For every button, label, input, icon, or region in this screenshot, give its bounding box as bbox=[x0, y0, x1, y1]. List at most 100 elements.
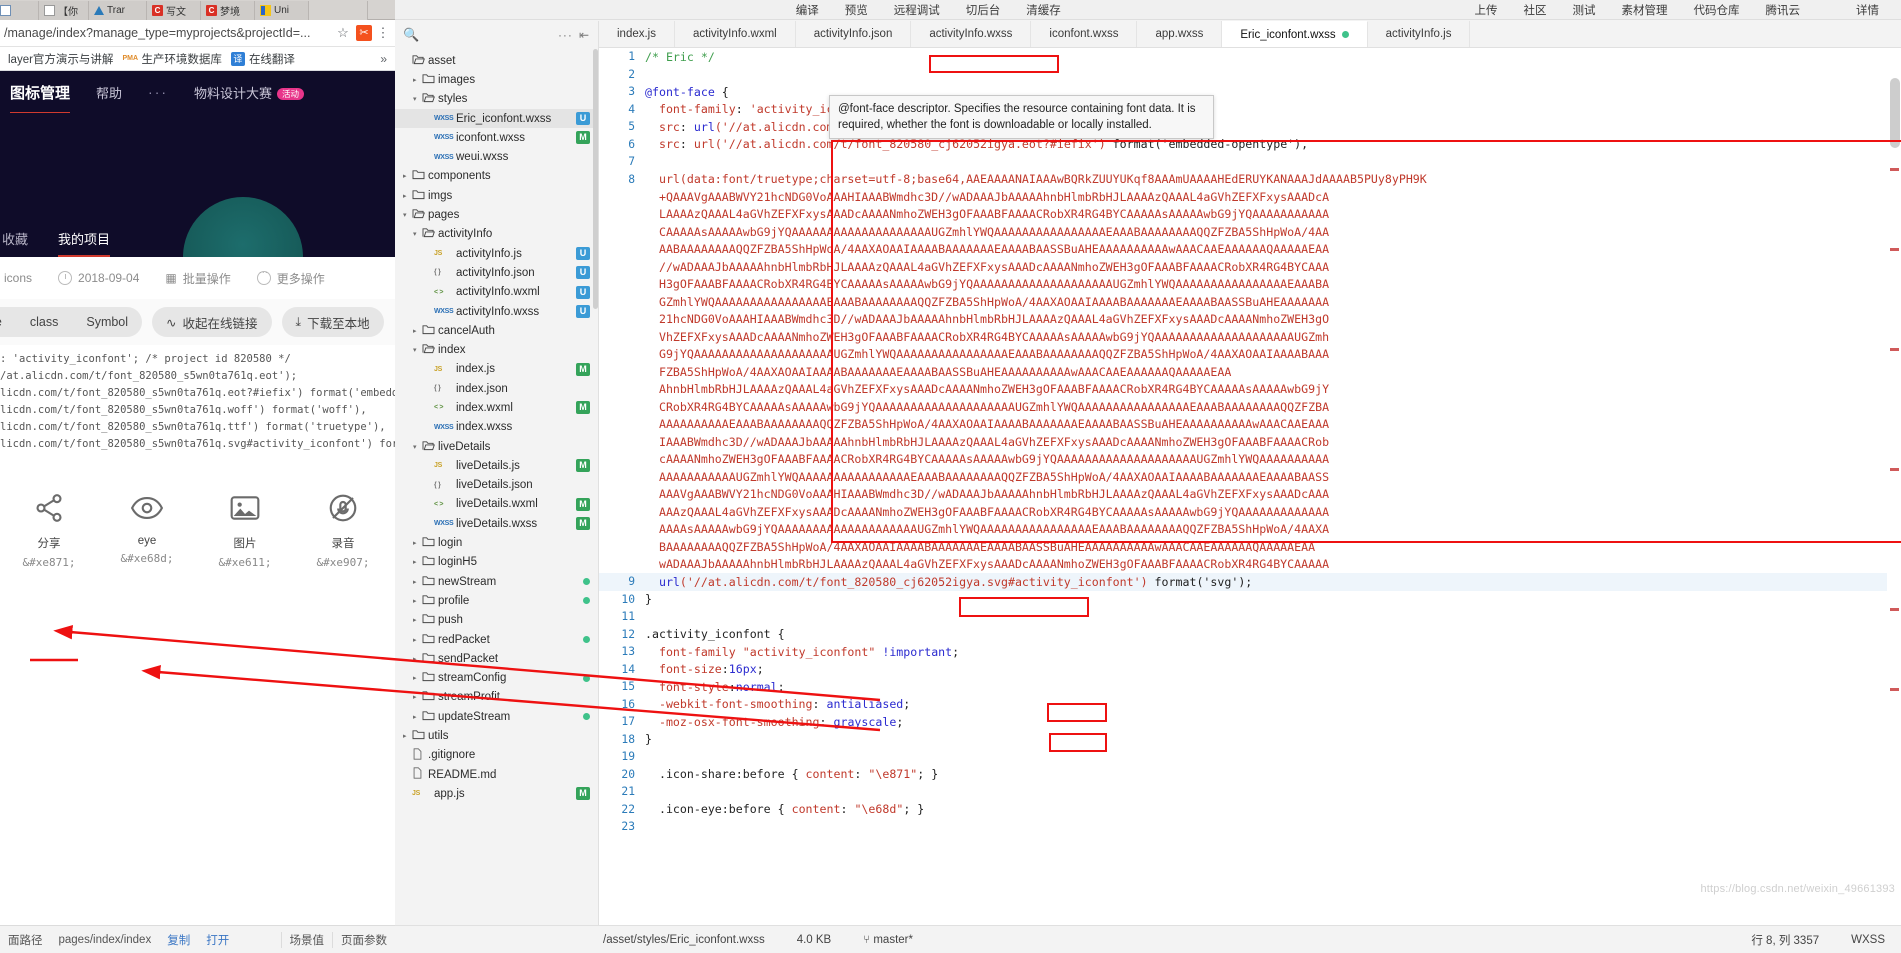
icon-card-recording[interactable]: 录音 &#xe907; bbox=[294, 485, 392, 569]
toolbar-remote-debug[interactable]: 远程调试 bbox=[881, 2, 953, 18]
file-tree-item[interactable]: ▸ imgs bbox=[395, 186, 598, 205]
file-tree-item[interactable]: WXSS index.wxss bbox=[395, 418, 598, 437]
file-tree-item[interactable]: ▸ streamConfig bbox=[395, 669, 598, 688]
file-tree-item[interactable]: ▾ liveDetails bbox=[395, 437, 598, 456]
file-tree-item[interactable]: ▾ pages bbox=[395, 205, 598, 224]
file-tree-item[interactable]: JS app.js M bbox=[395, 784, 598, 803]
subnav-item-my-projects[interactable]: 我的项目 bbox=[58, 229, 111, 257]
star-icon[interactable]: ☆ bbox=[333, 25, 353, 41]
file-tree-item[interactable]: JS index.js M bbox=[395, 360, 598, 379]
file-tree-item[interactable]: WXSS activityInfo.wxss U bbox=[395, 302, 598, 321]
status-git-branch[interactable]: ⑂ master* bbox=[847, 934, 929, 946]
toolbar-details[interactable]: 详情 bbox=[1843, 2, 1901, 18]
bookmark-prod-db[interactable]: PMA 生产环境数据库 bbox=[122, 51, 222, 67]
toolbar-test[interactable]: 测试 bbox=[1560, 2, 1609, 18]
file-tree-item[interactable]: { } activityInfo.json U bbox=[395, 263, 598, 282]
browser-tab[interactable] bbox=[0, 1, 40, 20]
editor-tab[interactable]: app.wxss bbox=[1137, 21, 1223, 47]
file-tree-item[interactable]: ▸ redPacket bbox=[395, 630, 598, 649]
file-tree-item[interactable]: < > activityInfo.wxml U bbox=[395, 283, 598, 302]
icon-card-image[interactable]: 图片 &#xe611; bbox=[196, 485, 294, 569]
toolbar-community[interactable]: 社区 bbox=[1511, 2, 1560, 18]
icon-card-share[interactable]: 分享 &#xe871; bbox=[0, 485, 98, 569]
file-tree-item[interactable]: < > liveDetails.wxml M bbox=[395, 495, 598, 514]
address-bar-url[interactable]: /manage/index?manage_type=myprojects&pro… bbox=[4, 26, 333, 40]
collapse-online-link-button[interactable]: ∿ 收起在线链接 bbox=[152, 307, 272, 337]
editor-tab[interactable]: activityInfo.json bbox=[796, 21, 912, 47]
browser-tab[interactable]: C 梦境 bbox=[200, 1, 258, 20]
editor-tab[interactable]: Eric_iconfont.wxss bbox=[1222, 21, 1368, 47]
file-tree-item[interactable]: ▾ activityInfo bbox=[395, 225, 598, 244]
toolbar-asset-manage[interactable]: 素材管理 bbox=[1609, 2, 1681, 18]
file-tree-item[interactable]: ▸ loginH5 bbox=[395, 553, 598, 572]
file-tree-item[interactable]: WXSS iconfont.wxss M bbox=[395, 128, 598, 147]
icon-card-eye[interactable]: eye &#xe68d; bbox=[98, 485, 196, 569]
file-tree-item[interactable]: { } liveDetails.json bbox=[395, 476, 598, 495]
toolbar-background[interactable]: 切后台 bbox=[953, 2, 1014, 18]
file-tree-item[interactable]: ▸ push bbox=[395, 611, 598, 630]
file-tree-item[interactable]: ▸ profile bbox=[395, 591, 598, 610]
browser-tab[interactable]: C 写文 bbox=[146, 1, 204, 20]
toolbar-tencent-cloud[interactable]: 腾讯云 bbox=[1753, 2, 1814, 18]
search-icon[interactable]: 🔍 bbox=[403, 27, 419, 43]
toolbar-preview[interactable]: 预览 bbox=[832, 2, 881, 18]
editor-vertical-scrollbar[interactable] bbox=[1890, 78, 1900, 148]
bookmark-online-translate[interactable]: 译 在线翻译 bbox=[230, 51, 295, 67]
file-tree-item[interactable]: WXSS Eric_iconfont.wxss U bbox=[395, 108, 598, 129]
browser-tab[interactable]: Trar bbox=[88, 1, 150, 20]
toolbar-clear-cache[interactable]: 清缓存 bbox=[1013, 2, 1074, 18]
file-tree-item[interactable]: ▾ styles bbox=[395, 90, 598, 109]
file-tree-item[interactable]: WXSS weui.wxss bbox=[395, 147, 598, 166]
file-tree-item[interactable]: ▸ login bbox=[395, 533, 598, 552]
batch-operations-button[interactable]: ▦ 批量操作 bbox=[165, 270, 230, 287]
file-tree-item[interactable]: JS activityInfo.js U bbox=[395, 244, 598, 263]
file-tree-item[interactable]: WXSS liveDetails.wxss M bbox=[395, 514, 598, 533]
editor-tab[interactable]: activityInfo.wxml bbox=[675, 21, 796, 47]
download-local-button[interactable]: ⤓ 下载至本地 bbox=[281, 307, 384, 337]
extension-icon[interactable]: ✂ bbox=[356, 25, 372, 41]
file-tree-item[interactable]: ▸ updateStream bbox=[395, 707, 598, 726]
nav-more-icon[interactable]: ··· bbox=[148, 84, 168, 100]
browser-tab-empty[interactable] bbox=[308, 1, 368, 20]
bookmarks-overflow-icon[interactable]: » bbox=[380, 52, 387, 66]
browser-tab[interactable]: Uni bbox=[254, 1, 312, 20]
toolbar-compile[interactable]: 编译 bbox=[783, 2, 832, 18]
nav-item-help[interactable]: 帮助 bbox=[96, 83, 122, 102]
editor-tab[interactable]: activityInfo.js bbox=[1368, 21, 1471, 47]
mode-symbol[interactable]: Symbol bbox=[72, 315, 142, 329]
toolbar-code-repo[interactable]: 代码仓库 bbox=[1681, 2, 1753, 18]
scene-value-button[interactable]: 场景值 bbox=[280, 931, 333, 948]
file-tree-item[interactable]: < > index.wxml M bbox=[395, 398, 598, 417]
ellipsis-icon[interactable]: ··· bbox=[558, 28, 573, 42]
more-operations-button[interactable]: 更多操作 bbox=[256, 267, 325, 287]
nav-item-design-contest[interactable]: 物料设计大赛 活动 bbox=[194, 83, 305, 102]
file-tree-item[interactable]: JS liveDetails.js M bbox=[395, 456, 598, 475]
toolbar-upload[interactable]: 上传 bbox=[1462, 2, 1511, 18]
file-tree-item[interactable]: ▸ images bbox=[395, 70, 598, 89]
file-tree-item[interactable]: ▸ cancelAuth bbox=[395, 321, 598, 340]
browser-tab[interactable]: 【你 bbox=[38, 1, 92, 20]
file-tree-item[interactable]: ▸ components bbox=[395, 167, 598, 186]
file-tree-item[interactable]: .gitignore bbox=[395, 746, 598, 765]
file-tree-item[interactable]: ▾ index bbox=[395, 340, 598, 359]
bookmark-layer-demo[interactable]: layer官方演示与讲解 bbox=[8, 51, 113, 67]
file-tree-item[interactable]: ▸ newStream bbox=[395, 572, 598, 591]
collapse-panel-icon[interactable]: ⇤ bbox=[579, 28, 590, 42]
editor-code-area[interactable]: 1/* Eric */2 3 @font-face {4 font-family: … bbox=[599, 48, 1901, 925]
mode-class[interactable]: class bbox=[16, 315, 72, 329]
file-tree-scrollbar[interactable] bbox=[593, 49, 598, 309]
subnav-item-favorites[interactable]: 收藏 bbox=[2, 229, 28, 257]
editor-tab[interactable]: activityInfo.wxss bbox=[911, 21, 1032, 47]
file-tree-item[interactable]: { } index.json bbox=[395, 379, 598, 398]
chrome-menu-icon[interactable]: ⋮ bbox=[375, 25, 391, 41]
mode-unicode[interactable]: Unicode bbox=[0, 315, 16, 329]
file-tree-item[interactable]: ▸ utils bbox=[395, 726, 598, 745]
file-tree-item[interactable]: asset bbox=[395, 51, 598, 70]
file-tree[interactable]: asset ▸ images ▾ styles WXSS Eric_iconfont.wxs… bbox=[395, 49, 598, 925]
editor-tab[interactable]: index.js bbox=[599, 21, 675, 47]
file-tree-item[interactable]: README.md bbox=[395, 765, 598, 784]
open-path-button[interactable]: 打开 bbox=[198, 932, 237, 948]
copy-path-button[interactable]: 复制 bbox=[159, 932, 198, 948]
editor-tab[interactable]: iconfont.wxss bbox=[1031, 21, 1138, 47]
page-params-button[interactable]: 页面参数 bbox=[332, 931, 395, 948]
